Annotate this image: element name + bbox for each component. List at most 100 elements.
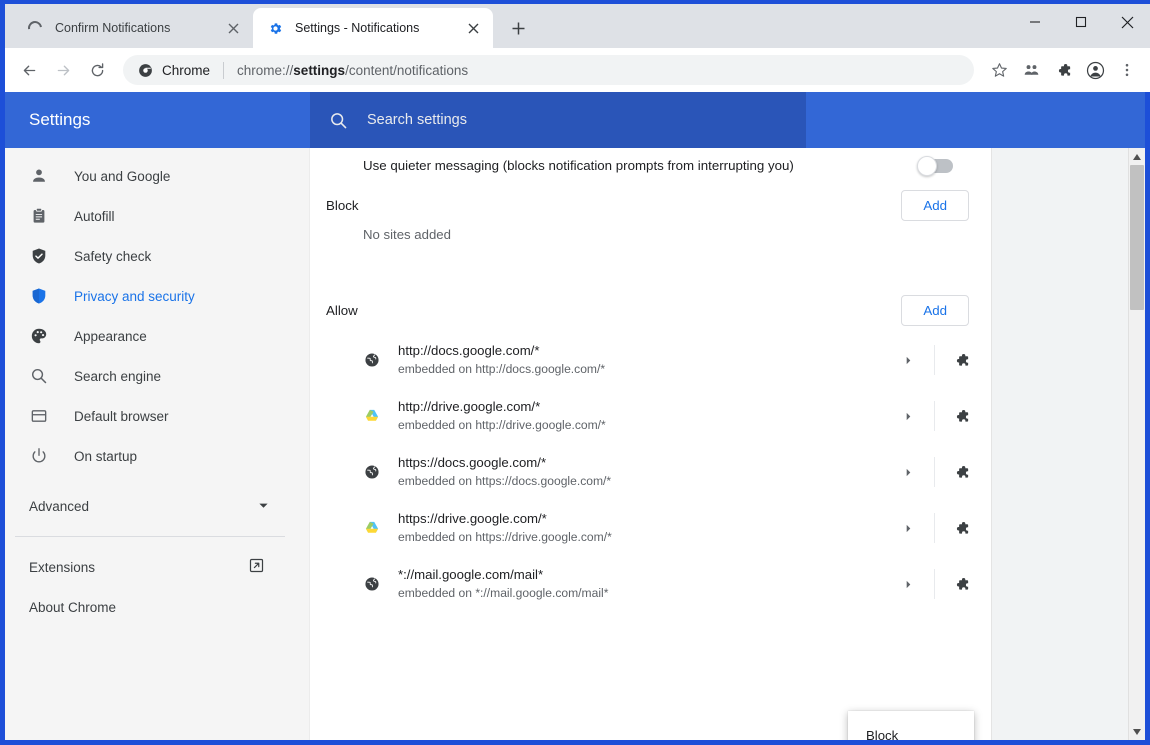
site-url: http://docs.google.com/* xyxy=(398,343,540,358)
sidebar-item-advanced[interactable]: Advanced xyxy=(5,486,309,526)
table-row[interactable]: https://drive.google.com/* embedded on h… xyxy=(310,500,991,556)
extensions-puzzle-icon[interactable] xyxy=(949,520,973,537)
sidebar-item-label: Privacy and security xyxy=(74,288,195,304)
block-section-header: Block Add xyxy=(310,183,991,227)
site-info: http://drive.google.com/* embedded on ht… xyxy=(398,397,896,435)
scrollbar-thumb[interactable] xyxy=(1129,165,1144,310)
notifications-card: Use quieter messaging (blocks notificati… xyxy=(310,148,992,740)
allow-section-header: Allow Add xyxy=(310,288,991,332)
settings-header-tail xyxy=(805,92,1145,148)
profile-avatar-icon[interactable] xyxy=(1080,55,1110,85)
table-row[interactable]: *://mail.google.com/mail* embedded on *:… xyxy=(310,556,991,612)
allow-add-button[interactable]: Add xyxy=(901,294,969,326)
tab-close-button[interactable] xyxy=(463,18,483,38)
table-row[interactable]: http://drive.google.com/* embedded on ht… xyxy=(310,388,991,444)
tab-title: Confirm Notifications xyxy=(55,21,171,35)
site-context-menu: Block Edit Remove xyxy=(848,711,974,741)
sidebar-advanced-label: Advanced xyxy=(29,498,90,514)
close-button[interactable] xyxy=(1104,0,1150,44)
row-separator xyxy=(934,513,935,543)
sidebar-item-privacy-and-security[interactable]: Privacy and security xyxy=(5,276,309,316)
back-button[interactable] xyxy=(13,54,45,86)
drive-icon xyxy=(363,520,380,537)
sidebar-item-label: You and Google xyxy=(74,168,171,184)
quieter-messaging-toggle[interactable] xyxy=(917,155,953,176)
globe-icon xyxy=(363,576,380,593)
toolbar-icons xyxy=(984,55,1142,85)
sidebar-divider xyxy=(15,536,285,537)
tab-close-button[interactable] xyxy=(223,18,243,38)
sidebar-item-default-browser[interactable]: Default browser xyxy=(5,396,309,436)
block-add-button[interactable]: Add xyxy=(901,189,969,221)
row-separator xyxy=(934,345,935,375)
allow-site-list: http://docs.google.com/* embedded on htt… xyxy=(310,332,991,612)
tab-confirm-notifications[interactable]: Confirm Notifications xyxy=(13,8,253,48)
chevron-right-icon[interactable] xyxy=(896,580,920,589)
sidebar-extensions-label: Extensions xyxy=(29,559,96,575)
extensions-puzzle-icon[interactable] xyxy=(949,408,973,425)
maximize-button[interactable] xyxy=(1058,0,1104,44)
sidebar-item-extensions[interactable]: Extensions xyxy=(5,547,309,587)
browser-window-icon xyxy=(29,406,49,426)
chrome-shield-icon xyxy=(137,62,153,78)
chip-separator xyxy=(223,61,225,79)
three-dot-menu-icon[interactable] xyxy=(1112,55,1142,85)
sidebar-item-about-chrome[interactable]: About Chrome xyxy=(5,587,309,627)
extensions-puzzle-icon[interactable] xyxy=(949,464,973,481)
minimize-button[interactable] xyxy=(1012,0,1058,44)
sidebar-item-autofill[interactable]: Autofill xyxy=(5,196,309,236)
sidebar-item-on-startup[interactable]: On startup xyxy=(5,436,309,476)
extensions-puzzle-icon[interactable] xyxy=(1048,55,1078,85)
site-info: *://mail.google.com/mail* embedded on *:… xyxy=(398,565,896,603)
chevron-right-icon[interactable] xyxy=(896,412,920,421)
forward-button[interactable] xyxy=(47,54,79,86)
search-icon xyxy=(29,366,49,386)
new-tab-button[interactable] xyxy=(503,13,533,43)
power-icon xyxy=(29,446,49,466)
sidebar-item-appearance[interactable]: Appearance xyxy=(5,316,309,356)
chevron-right-icon[interactable] xyxy=(896,356,920,365)
drive-icon xyxy=(363,408,380,425)
scrollbar-track[interactable] xyxy=(1129,165,1146,723)
table-row[interactable]: http://docs.google.com/* embedded on htt… xyxy=(310,332,991,388)
site-url: https://drive.google.com/* xyxy=(398,511,547,526)
address-bar[interactable]: Chrome chrome://settings/content/notific… xyxy=(123,55,974,85)
row-separator xyxy=(934,401,935,431)
tab-strip: Confirm Notifications Settings - Notific… xyxy=(0,0,1150,48)
site-url: *://mail.google.com/mail* xyxy=(398,567,544,582)
palette-icon xyxy=(29,326,49,346)
context-menu-item-block[interactable]: Block xyxy=(848,719,974,741)
shield-check-icon xyxy=(29,246,49,266)
clipboard-icon xyxy=(29,206,49,226)
quieter-messaging-row: Use quieter messaging (blocks notificati… xyxy=(310,148,991,183)
chevron-right-icon[interactable] xyxy=(896,524,920,533)
sidebar-item-safety-check[interactable]: Safety check xyxy=(5,236,309,276)
row-separator xyxy=(934,569,935,599)
sidebar-item-search-engine[interactable]: Search engine xyxy=(5,356,309,396)
chevron-right-icon[interactable] xyxy=(896,468,920,477)
site-embedded-label: embedded on https://drive.google.com/* xyxy=(398,530,612,544)
sidebar-item-label: On startup xyxy=(74,448,138,464)
settings-header: Settings Search settings xyxy=(5,92,1145,148)
settings-title-zone: Settings xyxy=(5,92,310,148)
site-embedded-label: embedded on http://docs.google.com/* xyxy=(398,362,606,376)
extensions-puzzle-icon[interactable] xyxy=(949,576,973,593)
sidebar-about-label: About Chrome xyxy=(29,599,117,615)
page-scrollbar[interactable] xyxy=(1128,148,1145,740)
share-people-icon[interactable] xyxy=(1016,55,1046,85)
sidebar-item-you-and-google[interactable]: You and Google xyxy=(5,156,309,196)
bookmark-star-icon[interactable] xyxy=(984,55,1014,85)
site-embedded-label: embedded on http://drive.google.com/* xyxy=(398,418,606,432)
tab-settings-notifications[interactable]: Settings - Notifications xyxy=(253,8,493,48)
settings-search-box[interactable]: Search settings xyxy=(310,92,806,148)
scroll-down-arrow[interactable] xyxy=(1129,723,1146,740)
site-info: http://docs.google.com/* embedded on htt… xyxy=(398,341,896,379)
extensions-puzzle-icon[interactable] xyxy=(949,352,973,369)
globe-icon xyxy=(363,352,380,369)
table-row[interactable]: https://docs.google.com/* embedded on ht… xyxy=(310,444,991,500)
sidebar-item-label: Default browser xyxy=(74,408,169,424)
window-controls xyxy=(1012,0,1150,44)
browser-toolbar: Chrome chrome://settings/content/notific… xyxy=(0,48,1150,92)
reload-button[interactable] xyxy=(81,54,113,86)
scroll-up-arrow[interactable] xyxy=(1129,148,1146,165)
